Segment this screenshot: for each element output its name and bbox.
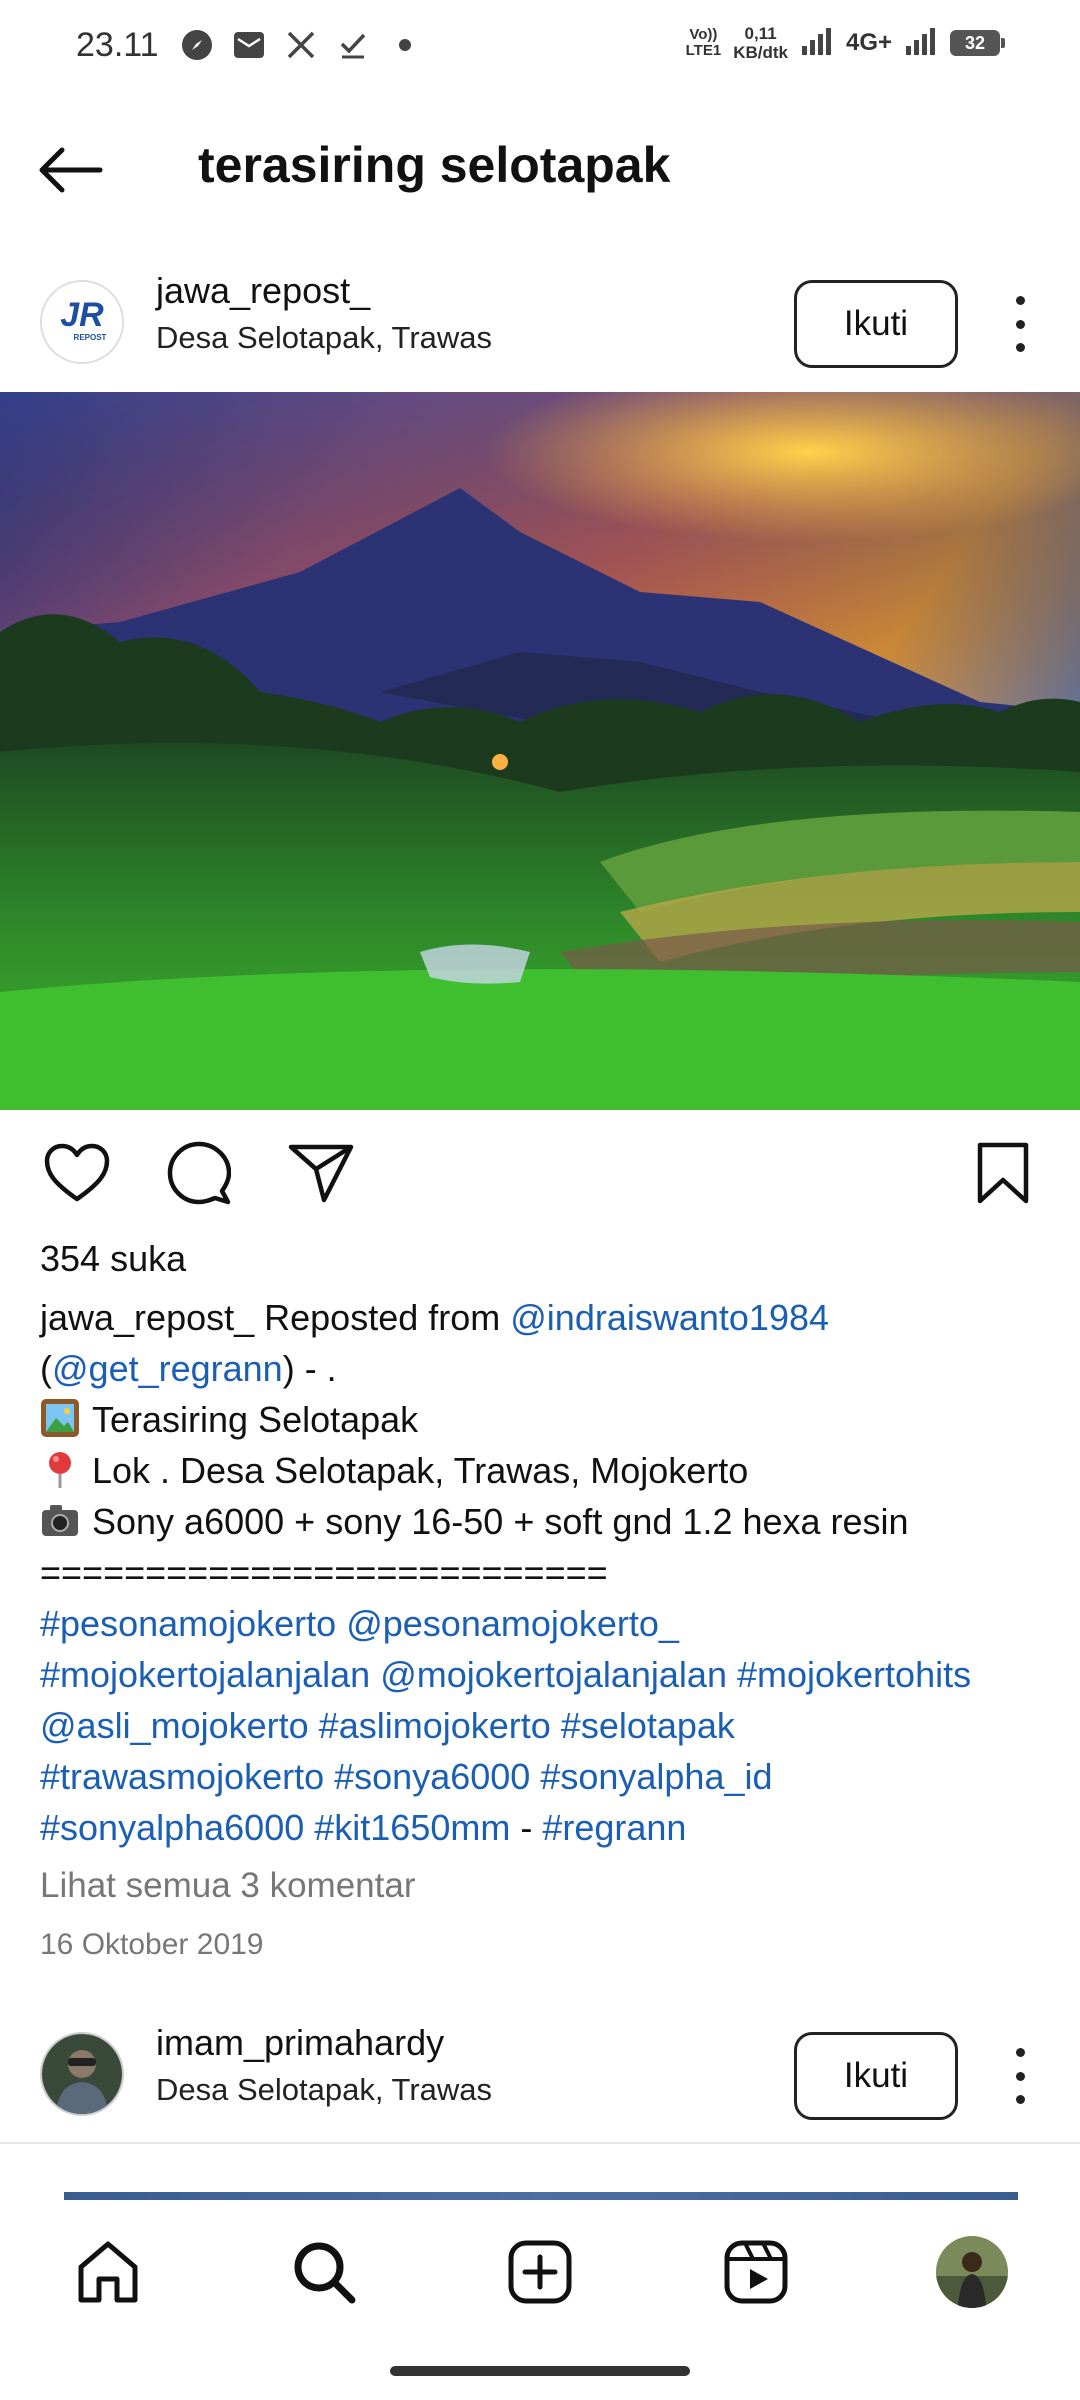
dot-icon — [388, 28, 422, 62]
more-options-button[interactable] — [1000, 2046, 1040, 2106]
share-button[interactable] — [284, 1136, 358, 1210]
svg-text:REPOST: REPOST — [74, 333, 107, 342]
camera-icon — [42, 1505, 78, 1536]
user-photo — [42, 2034, 122, 2114]
svg-text:JR: JR — [60, 296, 104, 334]
hashtag-link[interactable]: #sonyalpha_id — [540, 1756, 772, 1797]
send-icon — [288, 1144, 354, 1203]
compass-icon — [180, 28, 214, 62]
bookmark-icon — [977, 1142, 1029, 1204]
nav-search[interactable] — [284, 2232, 364, 2312]
mention-link[interactable]: @asli_mojokerto — [40, 1705, 309, 1746]
nav-home[interactable] — [68, 2232, 148, 2312]
hashtag-link[interactable]: #regrann — [542, 1807, 686, 1848]
post-location[interactable]: Desa Selotapak, Trawas — [156, 320, 492, 356]
hashtag-link[interactable]: #kit1650mm — [314, 1807, 510, 1848]
comment-button[interactable] — [162, 1136, 236, 1210]
more-icon — [1015, 2048, 1025, 2057]
search-header: terasiring selotapak — [0, 130, 1080, 210]
volte-indicator: Vo)) LTE1 — [685, 26, 722, 59]
next-post-header: imam_primahardy Desa Selotapak, Trawas I… — [0, 2016, 1080, 2126]
page-title: terasiring selotapak — [198, 137, 671, 193]
comment-icon — [167, 1141, 231, 1205]
view-comments-link[interactable]: Lihat semua 3 komentar — [40, 1866, 415, 1906]
follow-button[interactable]: Ikuti — [794, 2032, 958, 2120]
pin-icon — [49, 1452, 71, 1488]
mention-link[interactable]: @get_regrann — [52, 1348, 283, 1389]
like-button[interactable] — [40, 1136, 114, 1210]
hashtag-link[interactable]: #mojokertohits — [737, 1654, 971, 1695]
post-image[interactable] — [0, 392, 1080, 1110]
hashtag-link[interactable]: #pesonamojokerto — [40, 1603, 336, 1644]
mail-icon — [232, 28, 266, 62]
mention-link[interactable]: @pesonamojokerto_ — [346, 1603, 679, 1644]
back-button[interactable] — [36, 138, 116, 202]
nav-create[interactable] — [500, 2232, 580, 2312]
hashtag-link[interactable]: #sonya6000 — [334, 1756, 530, 1797]
nav-reels[interactable] — [716, 2232, 796, 2312]
bottom-navigation — [0, 2200, 1080, 2400]
next-post-image[interactable] — [64, 2192, 1018, 2200]
reels-icon — [724, 2240, 788, 2304]
notification-icons — [180, 28, 422, 62]
network-type: 4G+ — [845, 29, 892, 56]
jawa-repost-logo: JR REPOST — [42, 282, 122, 362]
post-actions — [0, 1136, 1080, 1210]
hashtag-link[interactable]: #mojokertojalanjalan — [40, 1654, 370, 1695]
more-options-button[interactable] — [1000, 294, 1040, 354]
battery-icon: 32 — [950, 30, 1005, 56]
profile-avatar — [936, 2236, 1008, 2308]
hashtag-link[interactable]: #aslimojokerto — [319, 1705, 551, 1746]
avatar[interactable] — [40, 2032, 124, 2116]
signal-icon — [904, 26, 938, 61]
system-status: Vo)) LTE1 0,11 KB/dtk 4G+ 32 — [685, 24, 1005, 62]
more-icon — [1015, 296, 1025, 305]
post-username[interactable]: imam_primahardy — [156, 2022, 444, 2064]
hashtag-link[interactable]: #sonyalpha6000 — [40, 1807, 304, 1848]
heart-icon — [44, 1143, 110, 1202]
save-button[interactable] — [966, 1136, 1040, 1210]
avatar[interactable]: JR REPOST — [40, 280, 124, 364]
check-icon — [336, 28, 370, 62]
post-location[interactable]: Desa Selotapak, Trawas — [156, 2072, 492, 2108]
post-header: JR REPOST jawa_repost_ Desa Selotapak, T… — [0, 264, 1080, 374]
arrow-left-icon — [39, 147, 103, 193]
x-icon — [284, 28, 318, 62]
status-bar: 23.11 Vo)) LTE1 0,11 KB/dtk 4G+ 32 — [0, 0, 1080, 96]
network-speed: 0,11 KB/dtk — [733, 24, 788, 62]
hashtag-link[interactable]: #trawasmojokerto — [40, 1756, 324, 1797]
nav-profile[interactable] — [932, 2232, 1012, 2312]
divider — [0, 2142, 1080, 2144]
caption-username[interactable]: jawa_repost_ — [40, 1297, 254, 1338]
post-caption: jawa_repost_ Reposted from @indraiswanto… — [40, 1297, 972, 1848]
home-indicator[interactable] — [390, 2366, 690, 2376]
follow-button[interactable]: Ikuti — [794, 280, 958, 368]
like-count[interactable]: 354 suka — [40, 1238, 186, 1280]
framed-picture-icon — [41, 1399, 79, 1437]
status-time: 23.11 — [76, 26, 159, 64]
add-post-icon — [508, 2240, 572, 2304]
mention-link[interactable]: @indraiswanto1984 — [510, 1297, 829, 1338]
post-date: 16 Oktober 2019 — [40, 1928, 264, 1961]
signal-icon — [800, 26, 834, 61]
home-icon — [78, 2241, 138, 2303]
hashtag-link[interactable]: #selotapak — [561, 1705, 735, 1746]
mention-link[interactable]: @mojokertojalanjalan — [380, 1654, 727, 1695]
search-icon — [294, 2242, 356, 2304]
post-username[interactable]: jawa_repost_ — [156, 270, 370, 312]
